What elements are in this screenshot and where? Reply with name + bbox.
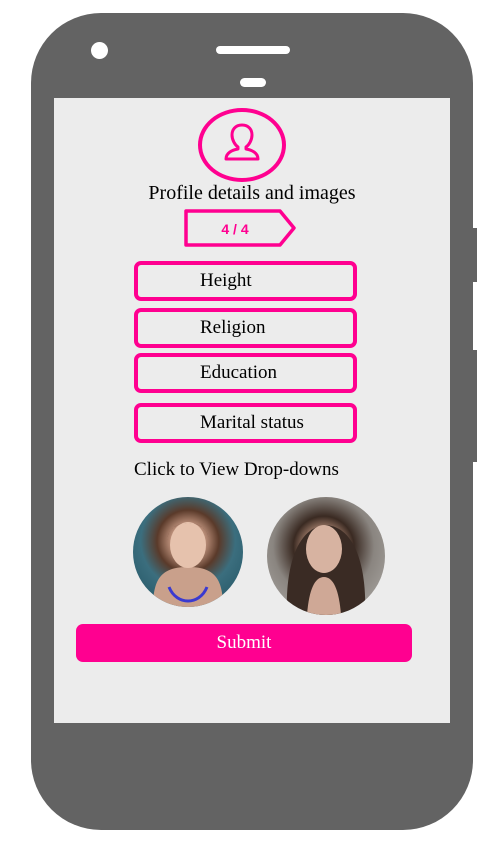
step-indicator: 4 / 4 [221,221,249,237]
profile-photo-1[interactable] [133,497,243,607]
education-dropdown[interactable]: Education [134,353,357,393]
marital-status-dropdown[interactable]: Marital status [134,403,357,443]
religion-dropdown[interactable]: Religion [134,308,357,348]
speaker-grille [216,46,290,54]
religion-label: Religion [200,317,266,338]
photo-2-illustration [286,525,366,615]
side-button-bottom [473,350,477,462]
user-profile-icon [224,123,260,161]
height-dropdown[interactable]: Height [134,261,357,301]
submit-button[interactable]: Submit [76,624,412,662]
profile-photo-2[interactable] [267,497,385,615]
profile-avatar[interactable] [198,108,286,182]
education-label: Education [200,362,278,383]
camera-dot [91,42,108,59]
app-screen: Profile details and images 4 / 4 Height … [54,98,450,723]
height-label: Height [200,270,252,291]
dropdown-hint: Click to View Drop-downs [134,459,339,480]
home-sensor [240,78,266,87]
side-button-top [473,228,477,282]
marital-status-label: Marital status [200,412,304,433]
photo-1-illustration [153,522,223,607]
page-title: Profile details and images [148,182,356,204]
